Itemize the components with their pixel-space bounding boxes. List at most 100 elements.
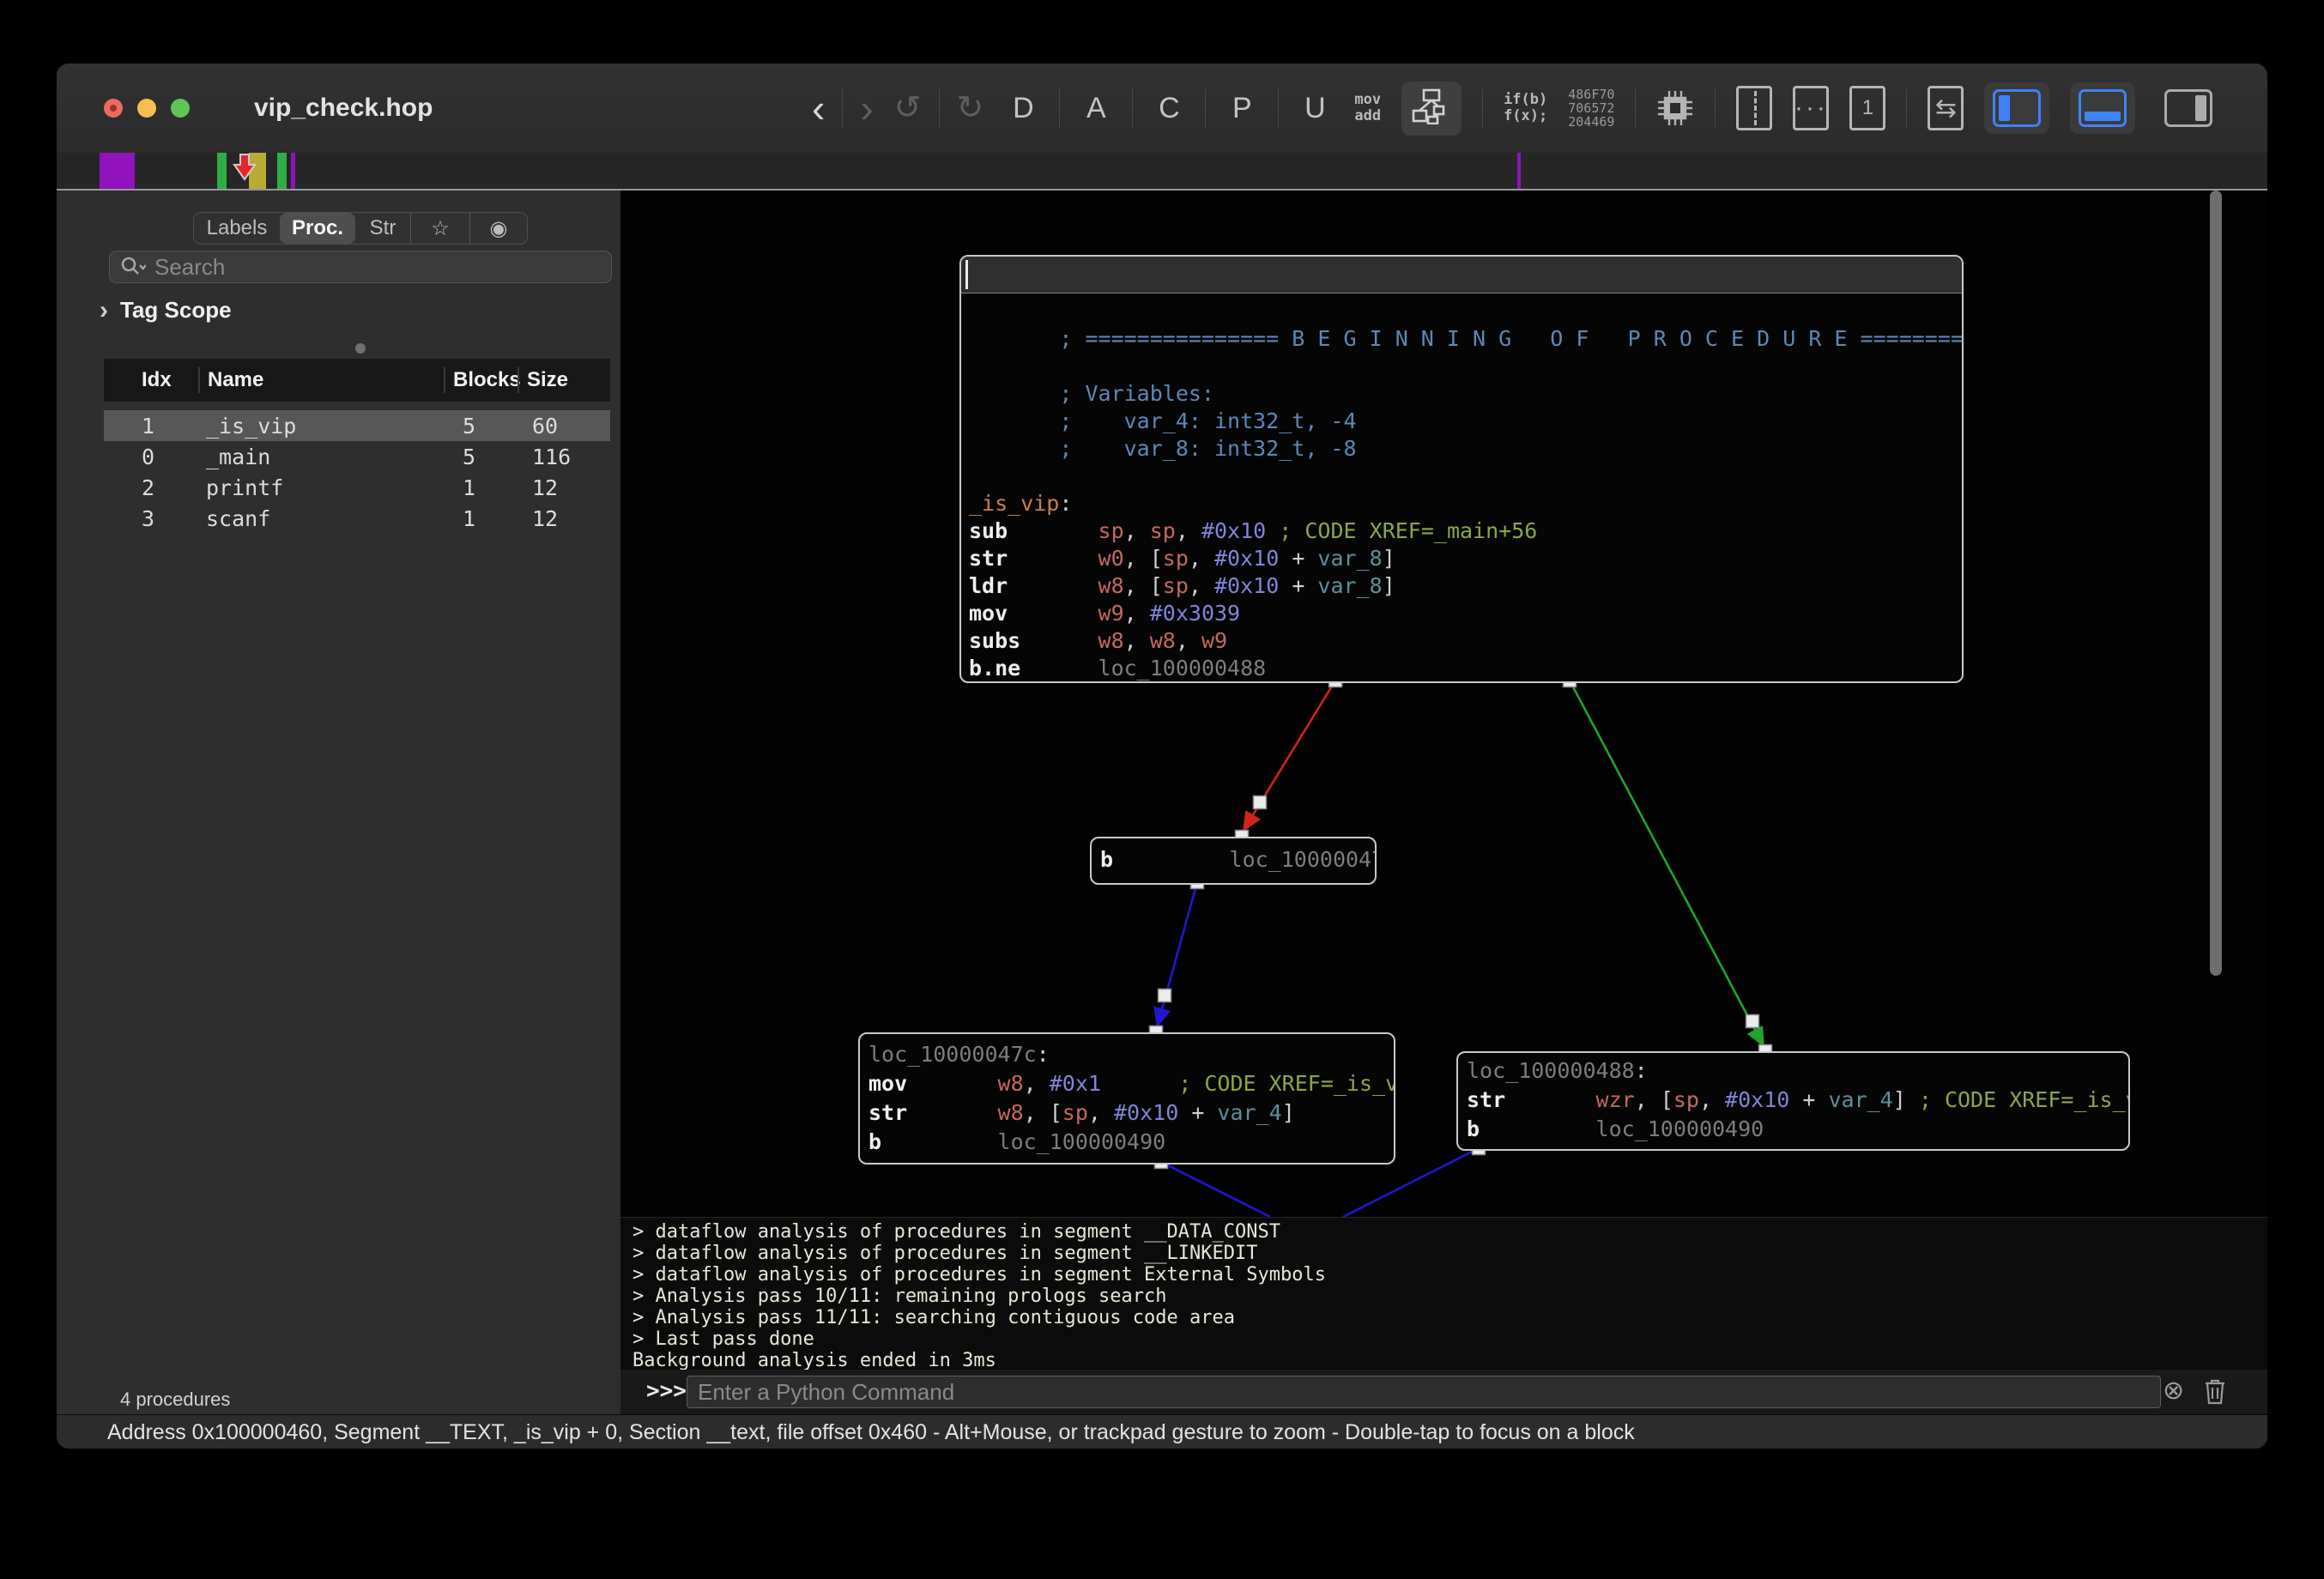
filter-tab-str[interactable]: Str bbox=[355, 213, 410, 244]
toolbar-separator bbox=[1132, 88, 1133, 128]
segment-minimap[interactable] bbox=[57, 153, 2267, 191]
clear-console-button[interactable]: ⊗ bbox=[2163, 1377, 2184, 1405]
minimap-segment bbox=[291, 153, 295, 189]
toolbar-separator bbox=[1906, 88, 1907, 128]
edge-true-branch bbox=[1570, 681, 1763, 1044]
toolbar-separator bbox=[1205, 88, 1206, 128]
minimap-segment bbox=[100, 153, 135, 189]
console-line: > Analysis pass 11/11: searching contigu… bbox=[632, 1307, 2267, 1328]
table-header[interactable]: Idx Name Blocks Size bbox=[104, 359, 610, 402]
toolbar-separator bbox=[1482, 88, 1483, 128]
asm-line: b loc_10000047c bbox=[1100, 846, 1375, 874]
mov-add-transform-button[interactable]: mov add bbox=[1354, 92, 1381, 124]
hex-mode-button[interactable]: 486F70 706572 204469 bbox=[1568, 88, 1614, 129]
redo-button[interactable]: ↻ bbox=[957, 91, 984, 125]
swap-arrows-icon: ⇆ bbox=[1935, 94, 1957, 124]
cell-name: scanf bbox=[198, 506, 444, 531]
cell-blocks: 5 bbox=[444, 414, 517, 439]
vertical-scrollbar[interactable] bbox=[2210, 191, 2222, 976]
splitter-handle[interactable] bbox=[355, 343, 366, 354]
toolbar-separator bbox=[939, 88, 940, 128]
toolbar-type-d-button[interactable]: D bbox=[1004, 92, 1042, 125]
cell-idx: 3 bbox=[104, 506, 198, 531]
desktop: vip_check.hop ‹ › ↺ ↻ DACPU mov add bbox=[0, 0, 2324, 1579]
split-column-view-button[interactable] bbox=[1736, 86, 1772, 130]
swap-panes-button[interactable]: ⇆ bbox=[1928, 86, 1964, 130]
cpu-chip-icon[interactable] bbox=[1656, 89, 1694, 127]
hopper-window: vip_check.hop ‹ › ↺ ↻ DACPU mov add bbox=[57, 64, 2267, 1449]
console-line: Background analysis ended in 3ms bbox=[632, 1350, 2267, 1371]
asm-line: ; =============== B E G I N N I N G O F … bbox=[969, 325, 1962, 353]
asm-line: mov w8, #0x1 ; CODE XREF=_is_vip+24 bbox=[868, 1069, 1394, 1098]
python-command-bar: >>> ⊗ bbox=[620, 1370, 2267, 1414]
text-cursor bbox=[965, 260, 968, 289]
console-line: > dataflow analysis of procedures in seg… bbox=[632, 1221, 2267, 1243]
cell-size: 12 bbox=[517, 475, 610, 500]
cell-name: _is_vip bbox=[198, 414, 444, 439]
block-header-bar[interactable] bbox=[961, 257, 1962, 293]
basic-block-jump[interactable]: b loc_10000047c bbox=[1090, 837, 1377, 885]
pseudocode-mode-button[interactable]: if(b) f(x); bbox=[1504, 92, 1547, 124]
python-command-input[interactable] bbox=[687, 1376, 2161, 1408]
cell-blocks: 1 bbox=[444, 475, 517, 500]
column-header-name: Name bbox=[198, 367, 444, 393]
python-prompt: >>> bbox=[646, 1378, 687, 1404]
asm-line: mov w9, #0x3039 bbox=[969, 600, 1962, 627]
tag-scope-disclosure[interactable]: › Tag Scope bbox=[100, 297, 232, 324]
search-field[interactable] bbox=[109, 251, 612, 283]
minimap-segment bbox=[277, 153, 287, 189]
search-icon bbox=[120, 256, 146, 278]
procedure-row-scanf[interactable]: 3scanf112 bbox=[104, 503, 610, 534]
basic-block-loc-10000047c[interactable]: loc_10000047c:mov w8, #0x1 ; CODE XREF=_… bbox=[858, 1032, 1395, 1165]
toggle-bottom-panel-button[interactable] bbox=[2070, 82, 2135, 134]
asm-line: ; Variables: bbox=[969, 380, 1962, 408]
titlebar: vip_check.hop ‹ › ↺ ↻ DACPU mov add bbox=[57, 64, 2267, 154]
cell-idx: 1 bbox=[104, 414, 198, 439]
minimize-button[interactable] bbox=[137, 99, 156, 118]
asm-line: str w8, [sp, #0x10 + var_4] bbox=[868, 1098, 1394, 1128]
trash-icon[interactable] bbox=[2202, 1376, 2228, 1406]
procedures-count: 4 procedures bbox=[120, 1388, 230, 1411]
filter-tab-labels[interactable]: Labels bbox=[194, 213, 280, 244]
toolbar-type-u-button[interactable]: U bbox=[1296, 92, 1334, 125]
procedure-row-_is_vip[interactable]: 1_is_vip560 bbox=[104, 410, 610, 441]
minimap-position-arrow-icon bbox=[233, 154, 257, 181]
asm-line bbox=[969, 298, 1962, 325]
procedure-row-printf[interactable]: 2printf112 bbox=[104, 472, 610, 503]
toolbar-type-a-button[interactable]: A bbox=[1077, 92, 1115, 125]
cell-blocks: 1 bbox=[444, 506, 517, 531]
procedure-row-_main[interactable]: 0_main5116 bbox=[104, 441, 610, 472]
minimap-caret-line bbox=[1517, 153, 1521, 189]
tag-scope-label: Tag Scope bbox=[120, 297, 232, 324]
status-bar: Address 0x100000460, Segment __TEXT, _is… bbox=[57, 1414, 2267, 1449]
search-input[interactable] bbox=[153, 253, 601, 281]
filter-tab-proc[interactable]: Proc. bbox=[280, 213, 355, 244]
toolbar: ‹ › ↺ ↻ D A C P U mov add bbox=[812, 64, 2221, 153]
toggle-left-panel-button[interactable] bbox=[1984, 82, 2049, 134]
nav-back-button[interactable]: ‹ bbox=[812, 88, 825, 128]
filter-tab-record[interactable]: ◉ bbox=[469, 213, 527, 244]
nav-forward-button[interactable]: › bbox=[860, 88, 873, 128]
console-line: > Analysis pass 10/11: remaining prologs… bbox=[632, 1286, 2267, 1307]
close-button[interactable] bbox=[104, 99, 123, 118]
cfg-mode-button[interactable] bbox=[1401, 82, 1462, 136]
one-page-icon: 1 bbox=[1862, 96, 1873, 120]
filter-tab-star[interactable]: ☆ bbox=[410, 213, 469, 244]
dotted-view-button[interactable]: ··· bbox=[1793, 86, 1829, 130]
basic-block-entry[interactable]: ; =============== B E G I N N I N G O F … bbox=[959, 255, 1964, 683]
single-page-view-button[interactable]: 1 bbox=[1849, 86, 1885, 130]
basic-block-loc-100000488[interactable]: loc_100000488:str wzr, [sp, #0x10 + var_… bbox=[1456, 1051, 2130, 1151]
toolbar-type-c-button[interactable]: C bbox=[1150, 92, 1188, 125]
zoom-button[interactable] bbox=[171, 99, 190, 118]
undo-button[interactable]: ↺ bbox=[894, 91, 922, 125]
toolbar-type-p-button[interactable]: P bbox=[1223, 92, 1261, 125]
cfg-graph-icon bbox=[1412, 88, 1451, 124]
left-panel-icon bbox=[1993, 89, 2041, 127]
filter-tabs: LabelsProc.Str☆◉ bbox=[193, 212, 528, 245]
cfg-graph-view[interactable]: ; =============== B E G I N N I N G O F … bbox=[620, 191, 2267, 1217]
edge-unconditional-1 bbox=[1158, 882, 1197, 1025]
toggle-right-panel-button[interactable] bbox=[2156, 82, 2221, 134]
dots-icon: ··· bbox=[1794, 104, 1828, 112]
console-line: > dataflow analysis of procedures in seg… bbox=[632, 1243, 2267, 1264]
cell-blocks: 5 bbox=[444, 445, 517, 469]
